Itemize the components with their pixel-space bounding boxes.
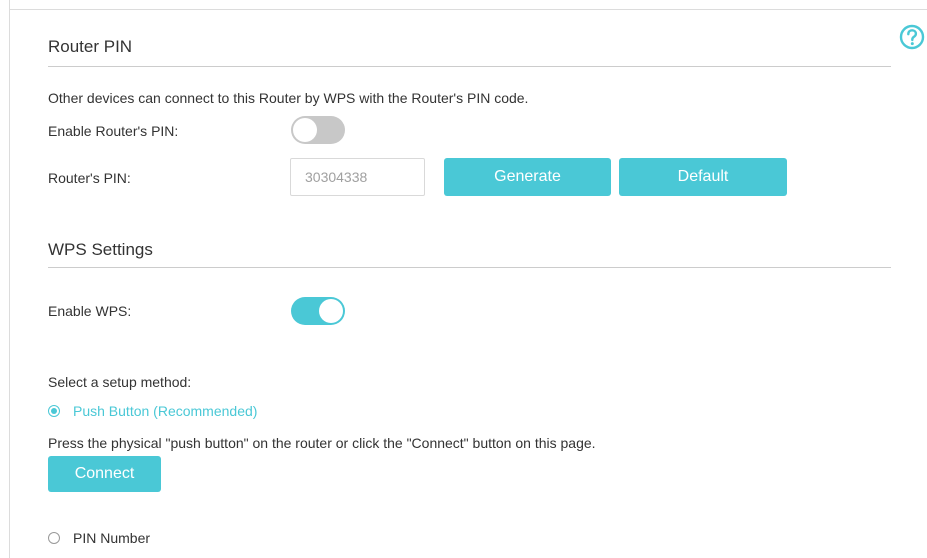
wps-settings-page: Router PIN Other devices can connect to … bbox=[0, 0, 927, 558]
panel-top-border bbox=[9, 9, 927, 10]
push-button-radio-label[interactable]: Push Button (Recommended) bbox=[73, 403, 257, 419]
enable-wps-toggle[interactable] bbox=[291, 297, 345, 325]
enable-router-pin-toggle[interactable] bbox=[291, 116, 345, 144]
pin-number-radio[interactable] bbox=[48, 532, 60, 544]
push-button-radio[interactable] bbox=[48, 405, 60, 417]
panel-left-border bbox=[9, 0, 10, 558]
toggle-knob bbox=[319, 299, 343, 323]
toggle-knob bbox=[293, 118, 317, 142]
push-button-description: Press the physical "push button" on the … bbox=[48, 435, 596, 451]
enable-router-pin-label: Enable Router's PIN: bbox=[48, 123, 179, 139]
generate-button[interactable]: Generate bbox=[444, 158, 611, 196]
setup-method-label: Select a setup method: bbox=[48, 374, 192, 390]
question-circle-icon[interactable] bbox=[899, 24, 925, 50]
default-button[interactable]: Default bbox=[619, 158, 787, 196]
pin-number-radio-label[interactable]: PIN Number bbox=[73, 530, 150, 546]
router-pin-divider bbox=[48, 66, 891, 67]
wps-settings-divider bbox=[48, 267, 891, 268]
router-pin-section-title: Router PIN bbox=[48, 37, 133, 56]
wps-settings-section-title: WPS Settings bbox=[48, 240, 153, 259]
enable-wps-label: Enable WPS: bbox=[48, 303, 132, 319]
router-pin-label: Router's PIN: bbox=[48, 170, 131, 186]
router-pin-description: Other devices can connect to this Router… bbox=[48, 90, 529, 106]
connect-button[interactable]: Connect bbox=[48, 456, 161, 492]
router-pin-field[interactable] bbox=[290, 158, 425, 196]
